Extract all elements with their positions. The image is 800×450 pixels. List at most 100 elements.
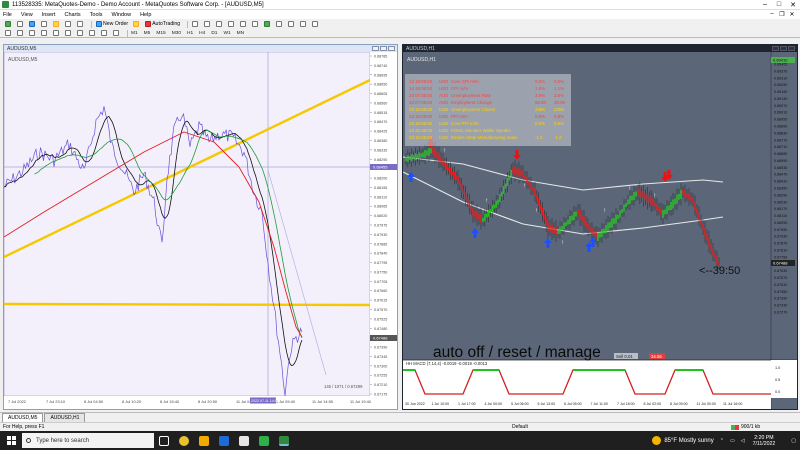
chart-minimize-icon[interactable] — [372, 46, 379, 51]
navigator-button[interactable] — [52, 20, 61, 28]
price-chart-m5[interactable]: 0.68785 0.68740 0.68695 0.68650 0.68605 0.685… — [3, 51, 397, 409]
tile-windows-button[interactable] — [251, 20, 260, 28]
line-chart-button[interactable] — [215, 20, 224, 28]
status-profile[interactable]: Default — [512, 424, 528, 430]
zoom-out-button[interactable] — [239, 20, 248, 28]
candle-body — [442, 158, 444, 166]
timeframe-m30[interactable]: M30 — [172, 31, 181, 36]
chart-minimize-icon[interactable]: – — [767, 11, 777, 18]
horizontal-line-button[interactable] — [40, 29, 49, 37]
chart-window-audusd-m5[interactable]: AUDUSD,M5 0.68785 0.68740 0.68695 0.68650 0.… — [3, 44, 398, 410]
time-tick-label: 7 Jul 2022 — [8, 399, 26, 404]
autotrading-button[interactable]: AutoTrading — [144, 20, 181, 28]
menu-file[interactable]: File — [3, 12, 12, 18]
indicators-button[interactable] — [287, 20, 296, 28]
new-chart-button[interactable] — [4, 20, 13, 28]
crosshair-readout: 145 / 1071 / 0.67299 — [324, 384, 363, 389]
tray-chevron-icon[interactable]: ⌃ — [720, 438, 724, 444]
chart-window-caption[interactable]: AUDUSD,H1 — [403, 45, 797, 52]
data-window-button[interactable] — [40, 20, 49, 28]
auto-scroll-button[interactable] — [263, 20, 272, 28]
price-tick-label: 0.67345 — [374, 355, 387, 359]
mail-icon[interactable] — [214, 431, 234, 450]
file-explorer-icon[interactable] — [194, 431, 214, 450]
chart-restore-icon[interactable]: ❐ — [777, 11, 787, 18]
chart-window-caption[interactable]: AUDUSD,M5 — [4, 45, 397, 52]
text-tool-button[interactable] — [88, 29, 97, 37]
candle-body — [642, 191, 645, 201]
meta-editor-icon — [133, 21, 140, 27]
tray-clock[interactable]: 2:20 PM 7/11/2022 — [753, 435, 776, 447]
price-tick-label: 0.67390 — [774, 297, 787, 301]
price-tick-label: 0.68650 — [774, 152, 787, 156]
chart-maximize-icon[interactable] — [380, 46, 387, 51]
candle-body — [625, 203, 627, 207]
meta-editor-button[interactable] — [132, 20, 141, 28]
menu-help[interactable]: Help — [140, 12, 151, 18]
vertical-line-button[interactable] — [28, 29, 37, 37]
chrome-icon[interactable] — [174, 431, 194, 450]
templates-button[interactable] — [311, 20, 320, 28]
notifications-icon[interactable]: ▢ — [791, 438, 796, 444]
price-tick-label: 0.68785 — [374, 55, 387, 59]
tab-audusd-m5[interactable]: AUDUSD,M5 — [2, 413, 44, 422]
weather-text[interactable]: 85°F Mostly sunny — [664, 438, 713, 444]
menu-insert[interactable]: Insert — [42, 12, 56, 18]
chart-window-audusd-h1[interactable]: AUDUSD,H1 0.69425 0.69370 0.69310 0.69250 0.… — [402, 44, 798, 410]
chart-minimize-icon[interactable] — [772, 46, 779, 51]
terminal-button[interactable] — [64, 20, 73, 28]
timeframe-m15[interactable]: M15 — [156, 31, 165, 36]
metatrader-taskbar-icon[interactable] — [274, 431, 294, 450]
equidistant-channel-button[interactable] — [64, 29, 73, 37]
periods-button[interactable] — [299, 20, 308, 28]
crosshair-tool-button[interactable] — [16, 29, 25, 37]
timeframe-mn[interactable]: MN — [237, 31, 244, 36]
new-order-button[interactable]: New Order — [95, 20, 129, 28]
timeframe-h4[interactable]: H4 — [199, 31, 205, 36]
timeframe-h1[interactable]: H1 — [187, 31, 193, 36]
chart-maximize-icon[interactable] — [780, 46, 787, 51]
tab-audusd-h1[interactable]: AUDUSD,H1 — [44, 413, 86, 422]
store-icon[interactable] — [254, 431, 274, 450]
candle-body — [603, 228, 605, 234]
market-watch-button[interactable] — [28, 20, 37, 28]
chart-close-icon[interactable] — [388, 46, 395, 51]
cursor-tool-button[interactable] — [4, 29, 13, 37]
zoom-in-button[interactable] — [227, 20, 236, 28]
fractal-arrow-icon: ↑ — [628, 186, 631, 192]
label-tool-button[interactable] — [100, 29, 109, 37]
menu-view[interactable]: View — [21, 12, 33, 18]
network-icon[interactable]: ▭ — [730, 438, 735, 444]
menu-tools[interactable]: Tools — [90, 12, 103, 18]
media-icon[interactable] — [234, 431, 254, 450]
arrows-tool-button[interactable] — [112, 29, 121, 37]
taskbar-search-input[interactable]: Type here to search — [22, 433, 154, 448]
menu-charts[interactable]: Charts — [64, 12, 80, 18]
news-time: 2d 18:08:50 — [409, 121, 433, 126]
trendline-button[interactable] — [52, 29, 61, 37]
chart-close-icon[interactable] — [788, 46, 795, 51]
timeframe-d1[interactable]: D1 — [211, 31, 217, 36]
profiles-button[interactable] — [16, 20, 25, 28]
menu-window[interactable]: Window — [112, 12, 132, 18]
candlestick-button[interactable] — [203, 20, 212, 28]
minimize-icon[interactable]: – — [758, 1, 772, 9]
fibonacci-button[interactable] — [76, 29, 85, 37]
price-tick-label: 0.67660 — [374, 289, 387, 293]
timeframe-w1[interactable]: W1 — [223, 31, 230, 36]
timeframe-m1[interactable]: M1 — [131, 31, 138, 36]
price-tick-label: 0.69190 — [774, 90, 787, 94]
close-icon[interactable]: ✕ — [786, 1, 800, 9]
chart-close-icon[interactable]: ✕ — [787, 11, 797, 18]
maximize-icon[interactable]: □ — [772, 1, 786, 9]
tester-button[interactable] — [76, 20, 85, 28]
price-chart-h1[interactable]: 0.69425 0.69370 0.69310 0.69250 0.69190 0.691… — [402, 52, 797, 409]
bar-chart-button[interactable] — [191, 20, 200, 28]
candle-body — [656, 203, 658, 211]
task-view-icon[interactable] — [154, 431, 174, 450]
price-tick-label: 0.67930 — [374, 233, 387, 237]
volume-icon[interactable]: ◁ — [741, 438, 745, 444]
start-button[interactable] — [0, 431, 22, 450]
chart-shift-button[interactable] — [275, 20, 284, 28]
timeframe-m5[interactable]: M5 — [144, 31, 151, 36]
